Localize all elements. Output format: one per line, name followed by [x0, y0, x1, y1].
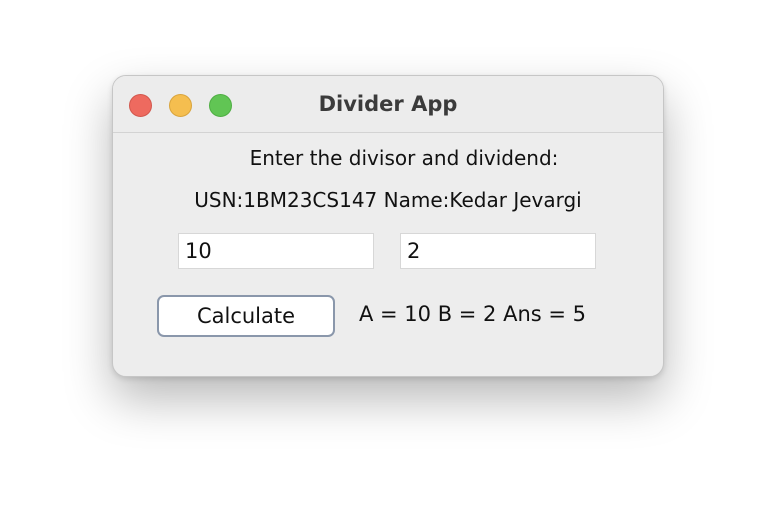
usn-name-label: USN:1BM23CS147 Name:Kedar Jevargi [194, 188, 582, 212]
prompt-label: Enter the divisor and dividend: [249, 146, 559, 170]
calculate-button[interactable]: Calculate [157, 295, 335, 337]
second-number-input[interactable] [400, 233, 596, 269]
first-number-input[interactable] [178, 233, 374, 269]
window-title: Divider App [318, 92, 458, 116]
title-bar[interactable]: Divider App [113, 76, 663, 133]
result-label: A = 10 B = 2 Ans = 5 [359, 302, 587, 326]
divider-app-window: Divider App Enter the divisor and divide… [112, 75, 664, 377]
